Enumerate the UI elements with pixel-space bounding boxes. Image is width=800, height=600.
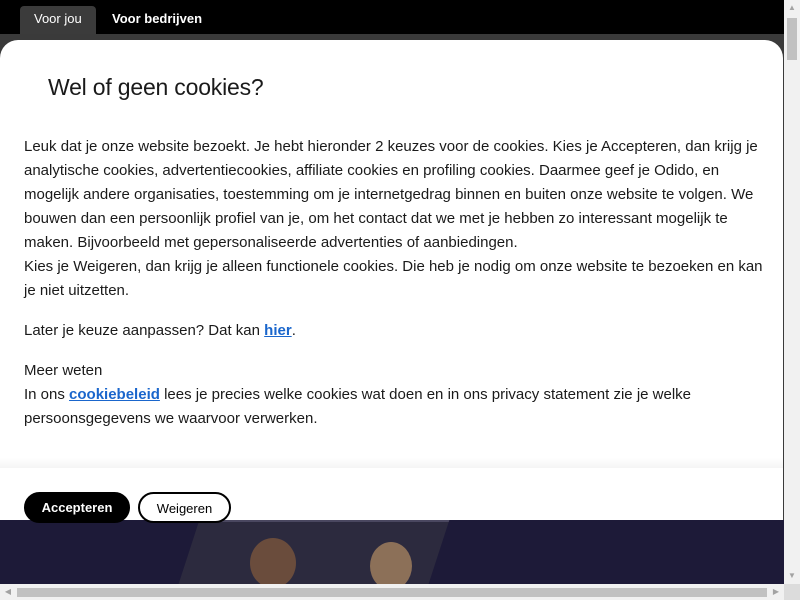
modal-title: Wel of geen cookies? [48, 74, 264, 100]
scroll-up-arrow-icon[interactable]: ▲ [784, 0, 800, 16]
tab-voor-bedrijven[interactable]: Voor bedrijven [98, 6, 216, 34]
cookie-policy-link[interactable]: cookiebeleid [69, 386, 160, 403]
scroll-down-arrow-icon[interactable]: ▼ [784, 568, 800, 584]
consent-paragraph-decline: Kies je Weigeren, dan krijg je alleen fu… [24, 258, 763, 299]
more-info-prefix: In ons [24, 386, 70, 403]
hero-person-2 [370, 542, 412, 584]
cookie-consent-modal: Wel of geen cookies? Leuk dat je onze we… [0, 40, 783, 523]
modal-actions: Accepteren Weigeren [0, 468, 783, 523]
change-later-suffix: . [291, 322, 296, 339]
consent-paragraph-accept: Leuk dat je onze website bezoekt. Je heb… [24, 138, 758, 251]
hero-person-1 [250, 538, 296, 584]
tab-voor-jou[interactable]: Voor jou [20, 6, 96, 34]
change-later-prefix: Later je keuze aanpassen? Dat kan [24, 322, 265, 339]
scroll-left-arrow-icon[interactable]: ◀ [0, 584, 16, 600]
accept-button[interactable]: Accepteren [24, 492, 130, 523]
more-info-text: In ons cookiebeleid lees je precies welk… [24, 383, 764, 431]
decline-button[interactable]: Weigeren [138, 492, 231, 523]
horizontal-scroll-thumb[interactable] [17, 588, 767, 597]
change-later-link[interactable]: hier [264, 322, 292, 339]
vertical-scrollbar[interactable]: ▲ ▼ [784, 0, 800, 584]
scrollbar-corner [784, 584, 800, 600]
more-info-heading: Meer weten [24, 362, 103, 379]
change-later-text: Later je keuze aanpassen? Dat kan hier. [24, 319, 764, 343]
horizontal-scrollbar[interactable]: ◀ ▶ [0, 584, 800, 600]
modal-body: Leuk dat je onze website bezoekt. Je heb… [24, 135, 764, 431]
vertical-scroll-thumb[interactable] [787, 18, 797, 60]
scroll-right-arrow-icon[interactable]: ▶ [768, 584, 784, 600]
hero-banner [0, 520, 784, 584]
top-nav-bar: Voor jou Voor bedrijven [0, 0, 784, 34]
